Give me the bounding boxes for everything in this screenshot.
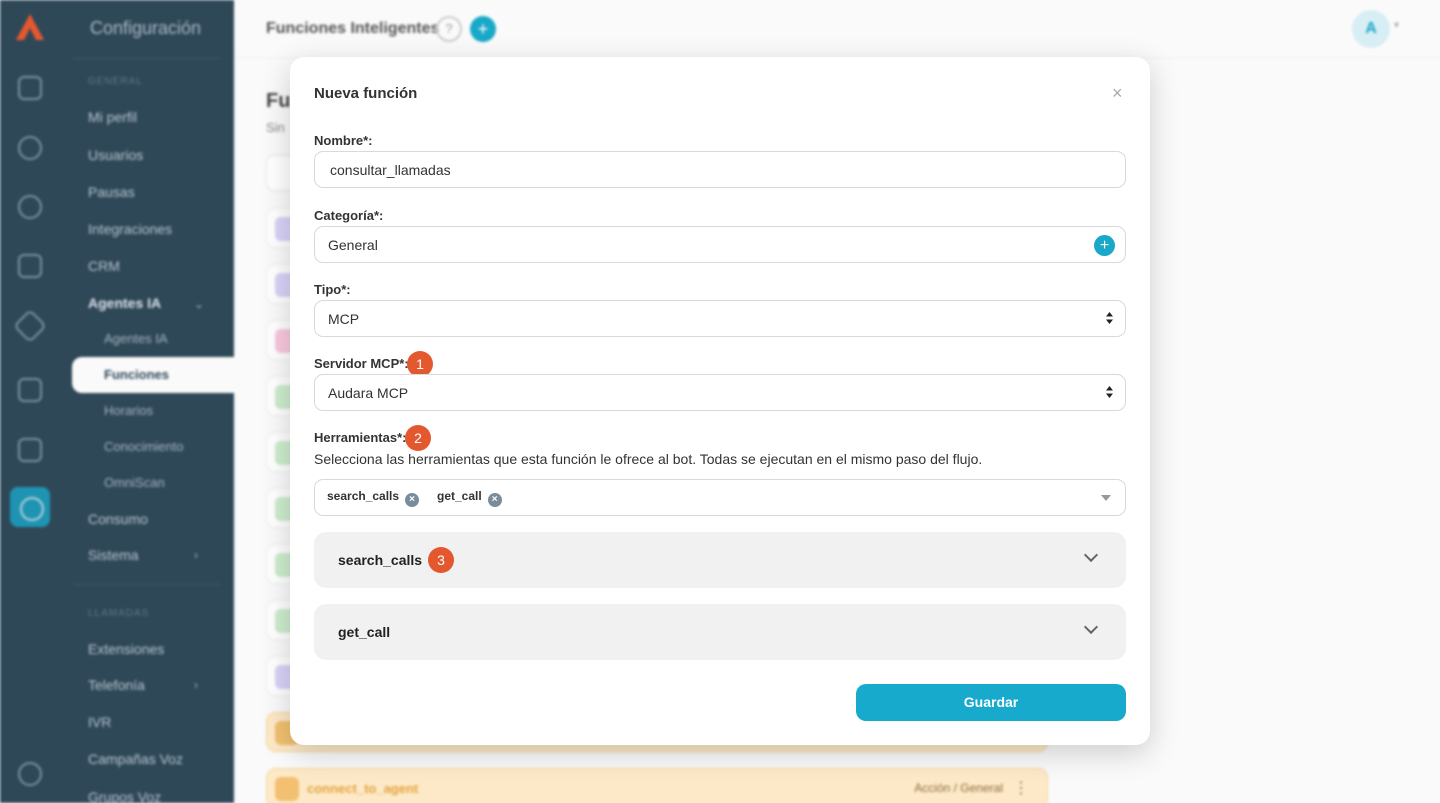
list-item-label: connect_to_agent bbox=[307, 781, 419, 796]
categoria-label: Categoría*: bbox=[314, 208, 384, 223]
icon-rail bbox=[0, 0, 60, 803]
sidebar-subitem-horarios[interactable]: Horarios bbox=[104, 403, 153, 418]
content-subheading: Sin bbox=[266, 120, 285, 135]
sidebar-item-integraciones[interactable]: Integraciones bbox=[88, 221, 172, 237]
sidebar-item-extensiones[interactable]: Extensiones bbox=[88, 641, 164, 657]
home-icon[interactable] bbox=[18, 76, 42, 100]
remove-tag-icon[interactable]: × bbox=[405, 493, 420, 507]
sidebar-item-agentes-ia[interactable]: Agentes IA bbox=[88, 295, 161, 311]
function-icon bbox=[275, 777, 299, 801]
sidebar-subitem-conocimiento[interactable]: Conocimiento bbox=[104, 439, 184, 454]
sidebar-subitem-omniscan[interactable]: OmniScan bbox=[104, 475, 165, 490]
remove-tag-icon[interactable]: × bbox=[487, 493, 502, 507]
accordion-get-call[interactable]: get_call bbox=[314, 604, 1126, 660]
select-arrows-icon bbox=[1106, 386, 1113, 398]
add-function-button[interactable]: + bbox=[470, 16, 496, 42]
modal-title: Nueva función bbox=[314, 85, 418, 102]
close-icon[interactable]: × bbox=[1112, 83, 1123, 104]
accordion-title: get_call bbox=[338, 624, 391, 640]
sidebar-subitem-agentes-ia[interactable]: Agentes IA bbox=[104, 331, 168, 346]
page-title: Funciones Inteligentes bbox=[266, 20, 440, 37]
sidebar-item-pausas[interactable]: Pausas bbox=[88, 184, 135, 200]
tipo-label: Tipo*: bbox=[314, 282, 351, 297]
group-label-general: GENERAL bbox=[88, 76, 143, 87]
chevron-right-icon: › bbox=[194, 678, 198, 692]
nombre-value: consultar_llamadas bbox=[330, 162, 451, 178]
sidebar-item-crm[interactable]: CRM bbox=[88, 258, 120, 274]
sidebar-item-sistema[interactable]: Sistema bbox=[88, 547, 139, 563]
settings-sidebar: Configuración GENERAL Mi perfil Usuarios… bbox=[60, 0, 234, 803]
servidor-value: Audara MCP bbox=[328, 385, 409, 401]
chart-icon[interactable] bbox=[18, 438, 42, 462]
categoria-value: General bbox=[328, 237, 378, 253]
sidebar-item-grupos-voz[interactable]: Grupos Voz bbox=[88, 789, 161, 803]
settings-icon[interactable] bbox=[10, 487, 50, 527]
sidebar-subitem-funciones[interactable]: Funciones bbox=[72, 357, 234, 393]
sidebar-item-campanas-voz[interactable]: Campañas Voz bbox=[88, 751, 183, 767]
chevron-down-icon bbox=[1083, 547, 1099, 563]
step-badge-2: 2 bbox=[405, 425, 431, 451]
chevron-down-icon: ⌄ bbox=[194, 297, 205, 311]
sidebar-item-ivr[interactable]: IVR bbox=[88, 714, 111, 730]
sidebar-item-usuarios[interactable]: Usuarios bbox=[88, 147, 143, 163]
herramientas-label: Herramientas*: bbox=[314, 430, 407, 445]
more-icon[interactable]: ⋮ bbox=[1013, 778, 1029, 798]
rocket-icon[interactable] bbox=[13, 309, 47, 343]
select-arrows-icon bbox=[1106, 312, 1113, 324]
dropdown-arrow-icon[interactable] bbox=[1101, 495, 1111, 501]
list-item-meta: Acción / General bbox=[914, 781, 1003, 795]
tag-label: search_calls bbox=[327, 489, 400, 503]
avatar[interactable]: A bbox=[1352, 10, 1390, 48]
save-button[interactable]: Guardar bbox=[856, 684, 1126, 721]
accordion-title: search_calls bbox=[338, 552, 423, 568]
divider bbox=[74, 58, 220, 59]
categoria-field[interactable]: General + bbox=[314, 226, 1126, 263]
divider bbox=[74, 584, 220, 585]
sidebar-item-telefonia[interactable]: Telefonía bbox=[88, 677, 145, 693]
tag-label: get_call bbox=[437, 489, 482, 503]
bot-icon[interactable] bbox=[18, 195, 42, 219]
servidor-label: Servidor MCP*: bbox=[314, 356, 409, 371]
sidebar-item-consumo[interactable]: Consumo bbox=[88, 511, 148, 527]
calendar-icon[interactable] bbox=[18, 378, 42, 402]
accordion-search-calls[interactable]: search_calls 3 bbox=[314, 532, 1126, 588]
content-heading: Fu bbox=[266, 90, 291, 112]
document-icon[interactable] bbox=[18, 254, 42, 278]
sidebar-item-mi-perfil[interactable]: Mi perfil bbox=[88, 109, 137, 125]
herramientas-multiselect[interactable]: search_calls × get_call × bbox=[314, 479, 1126, 516]
group-label-llamadas: LLAMADAS bbox=[88, 608, 150, 619]
support-icon[interactable] bbox=[18, 762, 42, 786]
nombre-label: Nombre*: bbox=[314, 133, 373, 148]
headset-icon[interactable] bbox=[18, 136, 42, 160]
servidor-select[interactable]: Audara MCP bbox=[314, 374, 1126, 411]
sidebar-title: Configuración bbox=[90, 18, 202, 38]
chevron-down-icon bbox=[1083, 619, 1099, 635]
tag-search-calls: search_calls × bbox=[327, 489, 420, 507]
help-icon[interactable]: ? bbox=[436, 16, 462, 42]
sidebar-subitem-label: Funciones bbox=[104, 367, 170, 382]
tipo-select[interactable]: MCP bbox=[314, 300, 1126, 337]
chevron-right-icon: › bbox=[194, 548, 198, 562]
step-badge-3: 3 bbox=[428, 547, 454, 573]
add-category-icon[interactable]: + bbox=[1094, 235, 1115, 256]
app-logo-icon bbox=[16, 14, 44, 40]
chevron-down-icon[interactable]: ▾ bbox=[1394, 20, 1399, 31]
list-item[interactable]: connect_to_agent Acción / General ⋮ bbox=[266, 768, 1048, 803]
herramientas-help: Selecciona las herramientas que esta fun… bbox=[314, 451, 983, 467]
new-function-modal: Nueva función × Nombre*: consultar_llama… bbox=[290, 57, 1150, 745]
tag-get-call: get_call × bbox=[437, 489, 502, 507]
tipo-value: MCP bbox=[328, 311, 360, 327]
top-bar: Funciones Inteligentes ? + A ▾ bbox=[234, 0, 1440, 58]
nombre-field[interactable]: consultar_llamadas bbox=[314, 151, 1126, 188]
